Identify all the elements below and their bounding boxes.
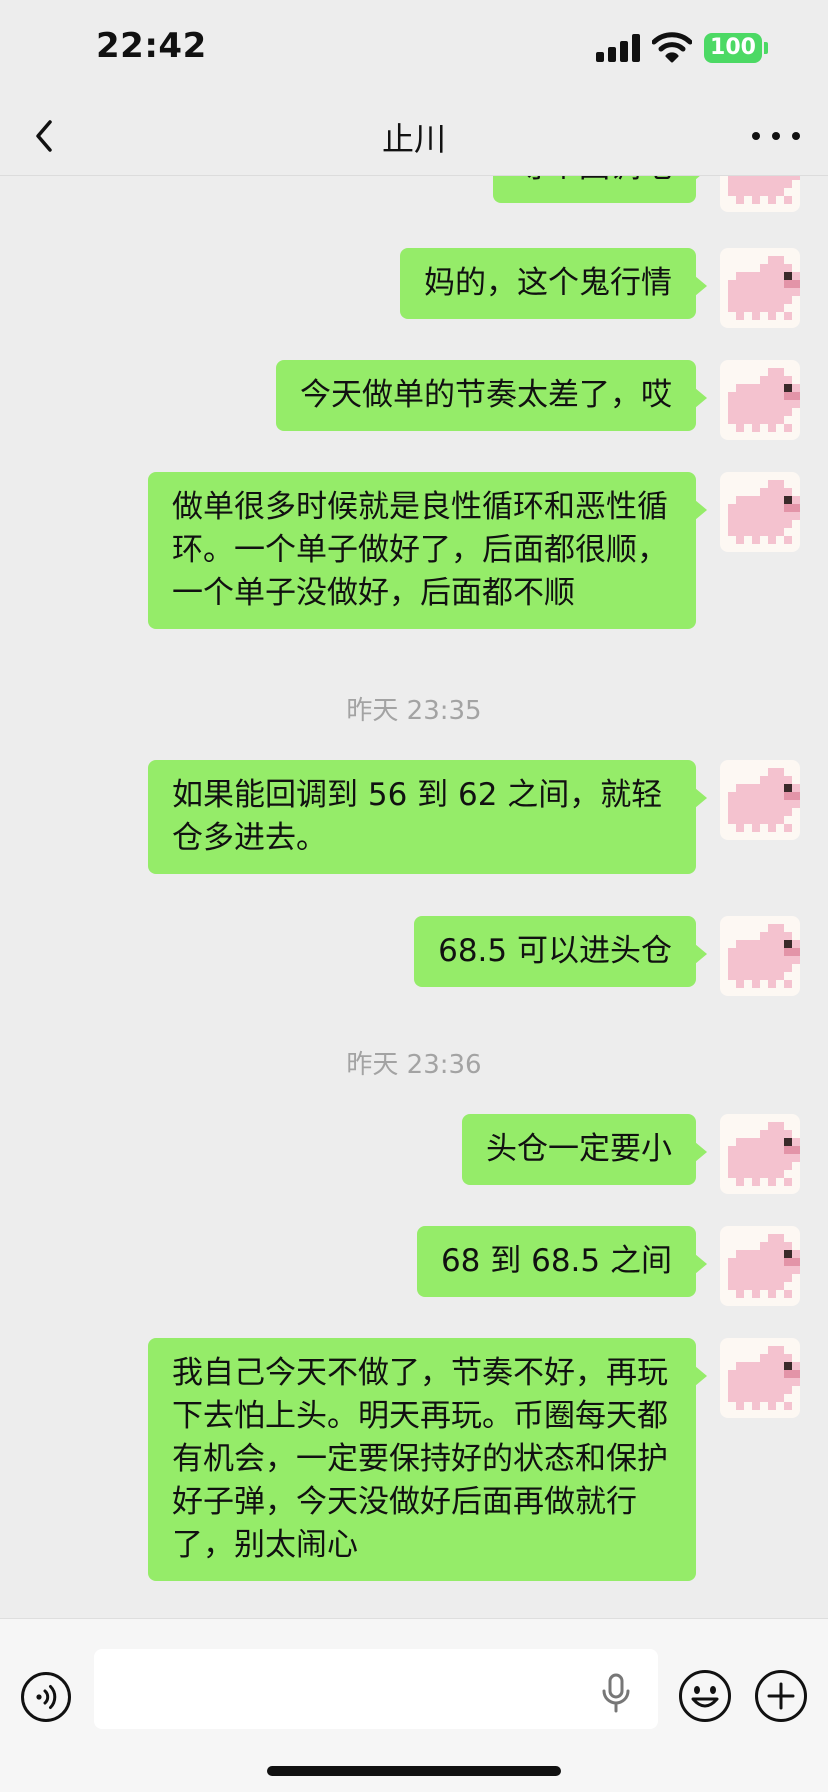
- avatar[interactable]: [720, 248, 800, 328]
- message-row: 68 到 68.5 之间: [416, 1226, 800, 1306]
- message-row: 我自己今天不做了，节奏不好，再玩下去怕上头。明天再玩。币圈每天都有机会，一定要保…: [148, 1338, 800, 1581]
- pig-avatar-icon: [728, 480, 800, 544]
- microphone-icon[interactable]: [600, 1673, 632, 1713]
- message-bubble[interactable]: 68 到 68.5 之间: [416, 1226, 708, 1297]
- message-row: 头仓一定要小: [462, 1114, 800, 1194]
- avatar[interactable]: [720, 760, 800, 840]
- avatar[interactable]: [720, 1114, 800, 1194]
- timestamp: 昨天 23:36: [346, 1050, 482, 1080]
- nav-bar: 止川: [0, 96, 828, 176]
- pig-avatar-icon: [728, 256, 800, 320]
- chat-title: 止川: [381, 120, 446, 158]
- avatar[interactable]: [720, 916, 800, 996]
- message-bubble[interactable]: 头仓一定要小: [462, 1114, 707, 1185]
- battery-indicator: 100: [704, 33, 762, 63]
- message-bubble[interactable]: 做单很多时候就是良性循环和恶性循环。一个单子做好了，后面都很顺，一个单子没做好，…: [148, 472, 707, 629]
- more-dots-icon[interactable]: [752, 112, 800, 160]
- message-row: 68.5 可以进头仓: [414, 916, 800, 996]
- battery-tip: [764, 42, 768, 54]
- pig-avatar-icon: [728, 1346, 800, 1410]
- chat-message-list[interactable]: 等个回调吧 妈的，这个鬼行情 今天做单的节奏太差了，哎 做单很多时候就是良性循环…: [0, 176, 828, 1618]
- wifi-icon: [652, 32, 692, 63]
- message-bubble[interactable]: 今天做单的节奏太差了，哎: [276, 360, 707, 431]
- message-bubble[interactable]: 我自己今天不做了，节奏不好，再玩下去怕上头。明天再玩。币圈每天都有机会，一定要保…: [148, 1338, 707, 1581]
- pig-avatar-icon: [728, 176, 800, 204]
- avatar[interactable]: [720, 176, 800, 212]
- message-bubble[interactable]: 等个回调吧: [493, 176, 707, 203]
- pig-avatar-icon: [728, 768, 800, 832]
- message-row: 做单很多时候就是良性循环和恶性循环。一个单子做好了，后面都很顺，一个单子没做好，…: [148, 472, 800, 629]
- home-indicator: [267, 1766, 561, 1776]
- message-row: 如果能回调到 56 到 62 之间，就轻仓多进去。: [148, 760, 800, 874]
- timestamp: 昨天 23:35: [346, 696, 482, 726]
- voice-icon[interactable]: [20, 1671, 72, 1723]
- cellular-signal-icon: [596, 34, 640, 62]
- pig-avatar-icon: [728, 1122, 800, 1186]
- message-bubble[interactable]: 如果能回调到 56 到 62 之间，就轻仓多进去。: [148, 760, 707, 874]
- message-row: 今天做单的节奏太差了，哎: [276, 360, 800, 440]
- message-bubble[interactable]: 妈的，这个鬼行情: [400, 248, 707, 319]
- avatar[interactable]: [720, 1226, 800, 1306]
- avatar[interactable]: [720, 472, 800, 552]
- emoji-icon[interactable]: [678, 1669, 732, 1723]
- message-row: 妈的，这个鬼行情: [400, 248, 800, 328]
- status-time: 22:42: [96, 26, 207, 66]
- pig-avatar-icon: [728, 924, 800, 988]
- message-bubble[interactable]: 68.5 可以进头仓: [414, 916, 707, 987]
- pig-avatar-icon: [728, 1234, 800, 1298]
- status-bar: 22:42 100: [0, 0, 828, 96]
- pig-avatar-icon: [728, 368, 800, 432]
- avatar[interactable]: [720, 1338, 800, 1418]
- message-row: 等个回调吧: [493, 176, 800, 212]
- avatar[interactable]: [720, 360, 800, 440]
- plus-icon[interactable]: [754, 1669, 808, 1723]
- message-input[interactable]: [94, 1649, 658, 1729]
